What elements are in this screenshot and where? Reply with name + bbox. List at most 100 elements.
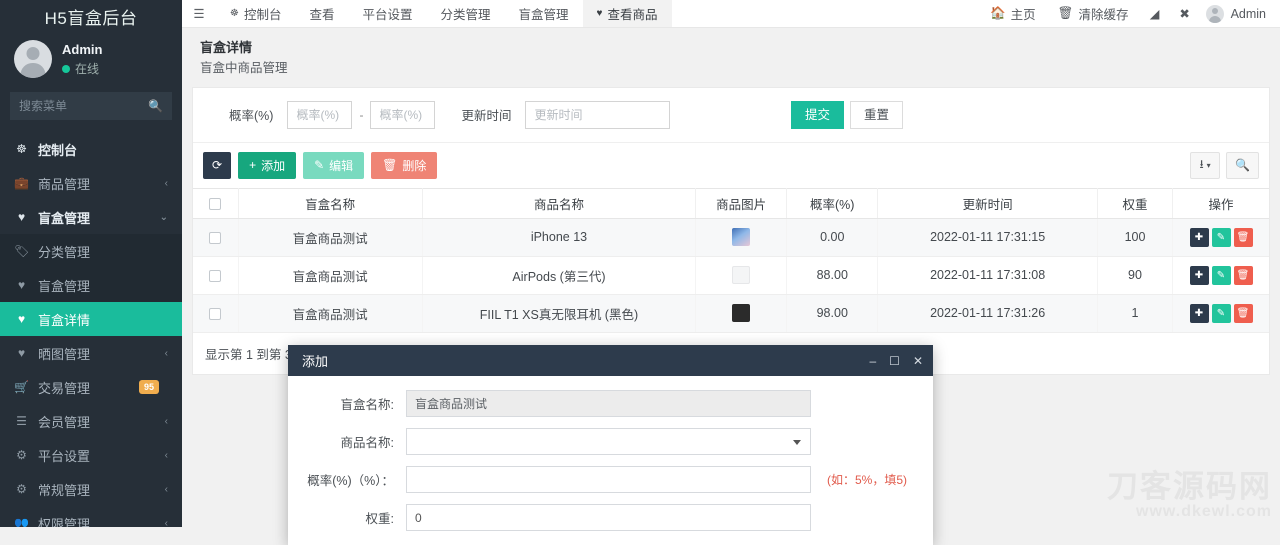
dialog-field-label: 商品名称: <box>288 432 406 451</box>
cell-update-time: 2022-01-11 17:31:15 <box>878 218 1098 256</box>
theme-icon[interactable]: ◢ <box>1140 0 1170 27</box>
sidebar-item-6[interactable]: ♥晒图管理‹ <box>0 336 182 370</box>
product-thumbnail[interactable] <box>732 304 750 322</box>
sidebar-item-10[interactable]: ⚙常规管理‹ <box>0 472 182 506</box>
sidebar-item-label: 交易管理 <box>38 378 130 397</box>
row-checkbox[interactable] <box>209 308 221 320</box>
tab-5[interactable]: ♥查看商品 <box>583 0 672 27</box>
menu-search[interactable]: 🔍 <box>10 92 172 120</box>
tab-2[interactable]: 平台设置 <box>349 0 427 27</box>
export-button[interactable]: ⭳ ▾ <box>1190 152 1220 179</box>
sidebar-item-4[interactable]: ♥盲盒管理 <box>0 268 182 302</box>
hamburger-icon[interactable]: ☰ <box>182 0 216 27</box>
cart-icon: 🛒 <box>14 380 29 394</box>
add-button[interactable]: + 添加 <box>238 152 296 179</box>
row-edit-icon[interactable]: ✎ <box>1212 304 1231 323</box>
product-thumbnail[interactable] <box>732 228 750 246</box>
sidebar-item-8[interactable]: ☰会员管理‹ <box>0 404 182 438</box>
row-edit-icon[interactable]: ✎ <box>1212 228 1231 247</box>
row-checkbox[interactable] <box>209 270 221 282</box>
online-dot-icon <box>62 65 70 73</box>
cell-actions: ✚✎🗑 <box>1173 256 1270 294</box>
table-header-product-image[interactable]: 商品图片 <box>696 188 787 218</box>
sidebar-item-3[interactable]: 🏷分类管理 <box>0 234 182 268</box>
chevron-icon: ⌄ <box>160 212 168 223</box>
row-add-icon[interactable]: ✚ <box>1190 228 1209 247</box>
row-edit-icon[interactable]: ✎ <box>1212 266 1231 285</box>
sidebar-item-5[interactable]: ♥盲盒详情 <box>0 302 182 336</box>
profile-status: 在线 <box>62 60 102 78</box>
row-add-icon[interactable]: ✚ <box>1190 304 1209 323</box>
select-all-checkbox[interactable] <box>209 198 221 210</box>
chevron-down-icon: ▾ <box>1207 161 1211 170</box>
row-delete-icon[interactable]: 🗑 <box>1234 304 1253 323</box>
cell-probability: 0.00 <box>787 218 878 256</box>
export-icon: ⭳ <box>1199 155 1203 176</box>
edit-button-label: 编辑 <box>329 157 353 174</box>
filter-prob-min-input[interactable] <box>287 101 352 129</box>
table-header-product-name[interactable]: 商品名称 <box>422 188 695 218</box>
cell-probability: 88.00 <box>787 256 878 294</box>
briefcase-icon: 💼 <box>14 176 29 190</box>
fullscreen-icon[interactable]: ✖ <box>1170 0 1200 27</box>
table-header-probability[interactable]: 概率(%) <box>787 188 878 218</box>
reset-button[interactable]: 重置 <box>850 101 903 129</box>
row-delete-icon[interactable]: 🗑 <box>1234 266 1253 285</box>
edit-button[interactable]: ✎ 编辑 <box>303 152 364 179</box>
sidebar-item-1[interactable]: 💼商品管理‹ <box>0 166 182 200</box>
table-row[interactable]: 盲盒商品测试iPhone 130.002022-01-11 17:31:1510… <box>193 218 1269 256</box>
row-add-icon[interactable]: ✚ <box>1190 266 1209 285</box>
minimize-icon[interactable]: – <box>869 354 876 368</box>
cell-weight: 90 <box>1097 256 1172 294</box>
refresh-button[interactable]: ⟳ <box>203 152 231 179</box>
tab-4[interactable]: 盲盒管理 <box>505 0 583 27</box>
product-thumbnail[interactable] <box>732 266 750 284</box>
cogs-icon: ⚙ <box>14 482 29 496</box>
maximize-icon[interactable]: ☐ <box>889 354 900 368</box>
search-input[interactable] <box>19 99 148 113</box>
topbar-link-home[interactable]: 🏠 主页 <box>979 0 1047 27</box>
table-header-box-name[interactable]: 盲盒名称 <box>238 188 422 218</box>
table-header-update-time[interactable]: 更新时间 <box>878 188 1098 218</box>
table-search-button[interactable]: 🔍 <box>1226 152 1259 179</box>
table-row[interactable]: 盲盒商品测试AirPods (第三代)88.002022-01-11 17:31… <box>193 256 1269 294</box>
chevron-icon: ‹ <box>165 178 168 189</box>
sidebar-item-label: 盲盒管理 <box>38 276 159 295</box>
topbar-user-label: Admin <box>1231 7 1266 21</box>
table-header-row: 盲盒名称 商品名称 商品图片 概率(%) 更新时间 权重 操作 <box>193 188 1269 218</box>
dialog-input-2[interactable] <box>406 466 811 493</box>
sidebar-profile[interactable]: Admin 在线 <box>0 28 182 92</box>
sidebar-item-7[interactable]: 🛒交易管理95 <box>0 370 182 404</box>
cell-weight: 100 <box>1097 218 1172 256</box>
dialog-field-label: 盲盒名称: <box>288 394 406 413</box>
topbar-link-clear-cache[interactable]: 🗑 清除缓存 <box>1047 0 1140 27</box>
tab-0[interactable]: ☸控制台 <box>216 0 295 27</box>
sidebar-item-11[interactable]: 👥权限管理‹ <box>0 506 182 527</box>
table-row[interactable]: 盲盒商品测试FIIL T1 XS真无限耳机 (黑色)98.002022-01-1… <box>193 294 1269 332</box>
cell-product-name: iPhone 13 <box>422 218 695 256</box>
delete-button[interactable]: 🗑 删除 <box>371 152 437 179</box>
submit-button[interactable]: 提交 <box>791 101 844 129</box>
add-button-label: 添加 <box>261 157 285 174</box>
sidebar-item-label: 盲盒管理 <box>38 208 151 227</box>
tab-label: 查看 <box>309 4 334 23</box>
dashboard-icon: ☸ <box>14 142 29 156</box>
topbar-user[interactable]: Admin <box>1200 0 1280 27</box>
filter-time-input[interactable] <box>525 101 670 129</box>
sidebar-item-0[interactable]: ☸控制台 <box>0 132 182 166</box>
sidebar-item-9[interactable]: ⚙平台设置‹ <box>0 438 182 472</box>
close-icon[interactable]: ✕ <box>913 354 923 368</box>
table-header-weight[interactable]: 权重 <box>1097 188 1172 218</box>
search-icon[interactable]: 🔍 <box>148 99 163 113</box>
topbar-link-clear-cache-label: 清除缓存 <box>1079 4 1129 23</box>
sidebar-item-2[interactable]: ♥盲盒管理⌄ <box>0 200 182 234</box>
dialog-titlebar[interactable]: 添加 – ☐ ✕ <box>288 345 933 376</box>
tab-label: 分类管理 <box>441 4 491 23</box>
tab-label: 平台设置 <box>363 4 413 23</box>
filter-prob-max-input[interactable] <box>370 101 435 129</box>
tab-3[interactable]: 分类管理 <box>427 0 505 27</box>
tab-1[interactable]: 查看 <box>295 0 348 27</box>
product-select[interactable] <box>406 428 811 455</box>
row-checkbox[interactable] <box>209 232 221 244</box>
row-delete-icon[interactable]: 🗑 <box>1234 228 1253 247</box>
